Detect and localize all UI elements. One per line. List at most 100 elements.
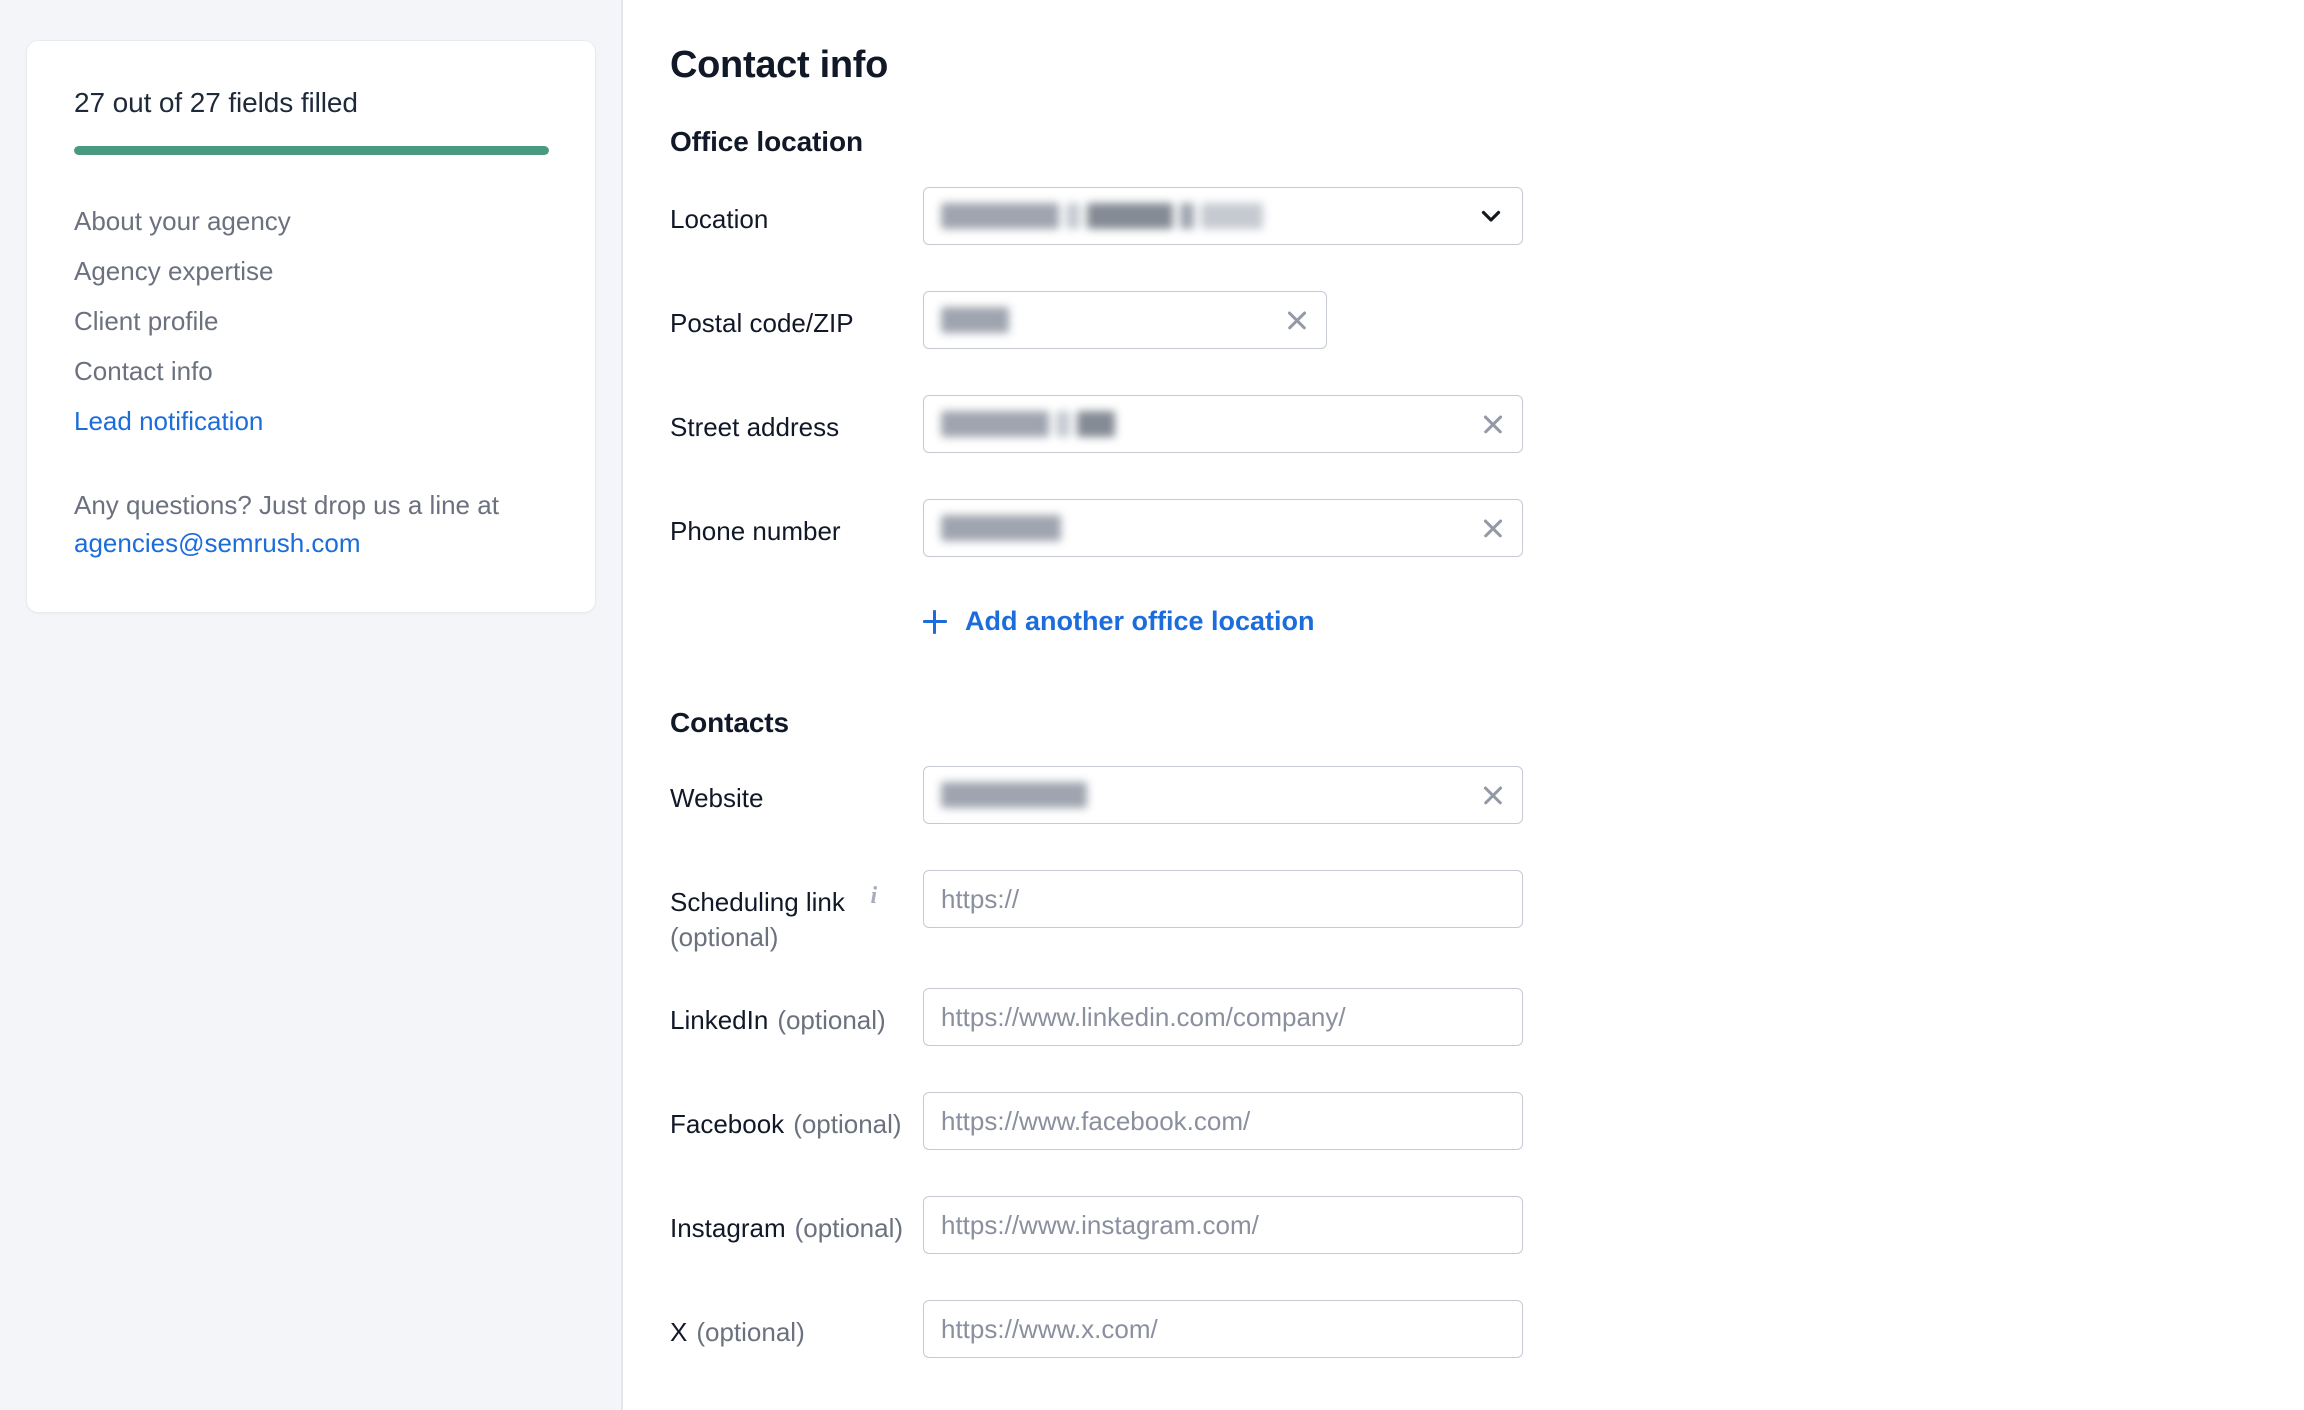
redacted-value <box>941 411 1122 437</box>
input-placeholder: https://www.instagram.com/ <box>941 1210 1259 1240</box>
contacts-heading: Contacts <box>670 707 789 738</box>
field-row-instagram: Instagram (optional) https://www.instagram… <box>670 1196 2304 1268</box>
clear-icon[interactable] <box>1478 780 1508 810</box>
clear-icon[interactable] <box>1478 409 1508 439</box>
field-label-optional-line: (optional) <box>670 922 779 952</box>
field-label-text: LinkedIn <box>670 1005 769 1035</box>
input-placeholder: https:// <box>941 884 1020 914</box>
main-content: Contact info Office location Location Pos… <box>623 0 2304 1410</box>
sidebar-item-client-profile[interactable]: Client profile <box>74 296 548 346</box>
input-phone-number[interactable] <box>923 499 1523 557</box>
field-row-website: Website <box>670 766 2304 838</box>
field-control-scheduling-link: https:// <box>923 870 1523 928</box>
field-label-text: Postal code/ZIP <box>670 308 854 338</box>
input-postal-code-zip[interactable] <box>923 291 1327 349</box>
field-control-phone-number <box>923 499 1523 557</box>
input-placeholder: https://www.linkedin.com/company/ <box>941 1002 1346 1032</box>
field-control-postal-code-zip <box>923 291 1327 349</box>
select-location[interactable] <box>923 187 1523 245</box>
progress-bar-track <box>74 146 549 155</box>
field-label-phone-number: Phone number <box>670 499 923 547</box>
field-label-instagram: Instagram (optional) <box>670 1196 923 1244</box>
clear-icon[interactable] <box>1478 513 1508 543</box>
field-label-text: X <box>670 1317 688 1347</box>
field-optional-tag: (optional) <box>777 1005 886 1035</box>
redacted-value <box>941 203 1270 229</box>
field-label-location: Location <box>670 187 923 235</box>
chevron-down-icon[interactable] <box>1478 203 1504 229</box>
clear-icon[interactable] <box>1282 305 1312 335</box>
field-label-facebook: Facebook (optional) <box>670 1092 923 1140</box>
label-spacer <box>670 595 923 648</box>
field-row-x: X (optional) https://www.x.com/ <box>670 1300 2304 1372</box>
input-placeholder: https://www.facebook.com/ <box>941 1106 1251 1136</box>
field-control-linkedin: https://www.linkedin.com/company/ <box>923 988 1523 1046</box>
redacted-value <box>941 782 1094 808</box>
field-control-instagram: https://www.instagram.com/ <box>923 1196 1523 1254</box>
field-row-facebook: Facebook (optional) https://www.facebook.c… <box>670 1092 2304 1164</box>
add-office-location-row: Add another office location <box>670 595 2304 648</box>
field-label-x: X (optional) <box>670 1300 923 1348</box>
field-control-location <box>923 187 1523 245</box>
office-location-heading: Office location <box>670 126 863 157</box>
contact-info-page: 27 out of 27 fields filled About your ag… <box>0 0 2304 1410</box>
sidebar-item-label: Lead notification <box>74 406 264 436</box>
input-street-address[interactable] <box>923 395 1523 453</box>
progress-label: 27 out of 27 fields filled <box>74 87 358 118</box>
field-label-text: Instagram <box>670 1213 786 1243</box>
contacts-fields: Website Scheduling link i (optional) https:/… <box>670 766 2304 1372</box>
progress-bar-fill <box>74 146 549 155</box>
office-location-fields: Location Postal code/ZIP Street address Pho… <box>670 187 2304 571</box>
sidebar-item-label: Client profile <box>74 306 219 336</box>
input-website[interactable] <box>923 766 1523 824</box>
field-control-facebook: https://www.facebook.com/ <box>923 1092 1523 1150</box>
field-row-location: Location <box>670 187 2304 259</box>
field-control-x: https://www.x.com/ <box>923 1300 1523 1358</box>
field-row-street-address: Street address <box>670 395 2304 467</box>
field-control-street-address <box>923 395 1523 453</box>
field-optional-tag: (optional) <box>793 1109 902 1139</box>
field-label-text: Phone number <box>670 516 841 546</box>
section-nav-list: About your agency Agency expertise Client … <box>74 196 548 446</box>
field-label-text: Facebook <box>670 1109 785 1139</box>
sidebar-item-about-your-agency[interactable]: About your agency <box>74 196 548 246</box>
redacted-value <box>941 307 1016 333</box>
field-row-scheduling-link: Scheduling link i (optional) https:// <box>670 870 2304 956</box>
field-row-linkedin: LinkedIn (optional) https://www.linkedin.c… <box>670 988 2304 1060</box>
help-text: Any questions? Just drop us a line at ag… <box>74 486 534 562</box>
field-row-postal-code-zip: Postal code/ZIP <box>670 291 2304 363</box>
help-text-prefix: Any questions? Just drop us a line at <box>74 490 499 520</box>
support-email-link[interactable]: agencies@semrush.com <box>74 528 361 558</box>
sidebar-item-agency-expertise[interactable]: Agency expertise <box>74 246 548 296</box>
field-label-postal-code-zip: Postal code/ZIP <box>670 291 923 339</box>
add-another-office-location-button[interactable]: Add another office location <box>923 595 1315 648</box>
sidebar: 27 out of 27 fields filled About your ag… <box>0 0 623 1410</box>
sidebar-item-contact-info[interactable]: Contact info <box>74 346 548 396</box>
field-label-website: Website <box>670 766 923 814</box>
field-label-linkedin: LinkedIn (optional) <box>670 988 923 1036</box>
field-label-text: Scheduling link <box>670 887 845 917</box>
info-icon[interactable]: i <box>863 882 885 910</box>
add-another-office-location-label: Add another office location <box>965 606 1315 636</box>
input-scheduling-link[interactable]: https:// <box>923 870 1523 928</box>
page-title: Contact info <box>670 44 889 86</box>
field-label-street-address: Street address <box>670 395 923 443</box>
sidebar-item-label: Contact info <box>74 356 213 386</box>
input-linkedin[interactable]: https://www.linkedin.com/company/ <box>923 988 1523 1046</box>
field-label-text: Location <box>670 204 769 234</box>
field-row-phone-number: Phone number <box>670 499 2304 571</box>
field-control-website <box>923 766 1523 824</box>
input-x[interactable]: https://www.x.com/ <box>923 1300 1523 1358</box>
redacted-value <box>941 515 1068 541</box>
field-optional-tag: (optional) <box>696 1317 805 1347</box>
field-optional-tag: (optional) <box>794 1213 904 1243</box>
plus-icon <box>923 609 947 634</box>
input-instagram[interactable]: https://www.instagram.com/ <box>923 1196 1523 1254</box>
field-label-text: Street address <box>670 412 840 442</box>
input-facebook[interactable]: https://www.facebook.com/ <box>923 1092 1523 1150</box>
field-label-text: Website <box>670 783 764 813</box>
sidebar-item-lead-notification[interactable]: Lead notification <box>74 396 548 446</box>
sidebar-item-label: Agency expertise <box>74 256 274 286</box>
input-placeholder: https://www.x.com/ <box>941 1314 1158 1344</box>
field-label-scheduling-link: Scheduling link i (optional) <box>670 870 923 956</box>
